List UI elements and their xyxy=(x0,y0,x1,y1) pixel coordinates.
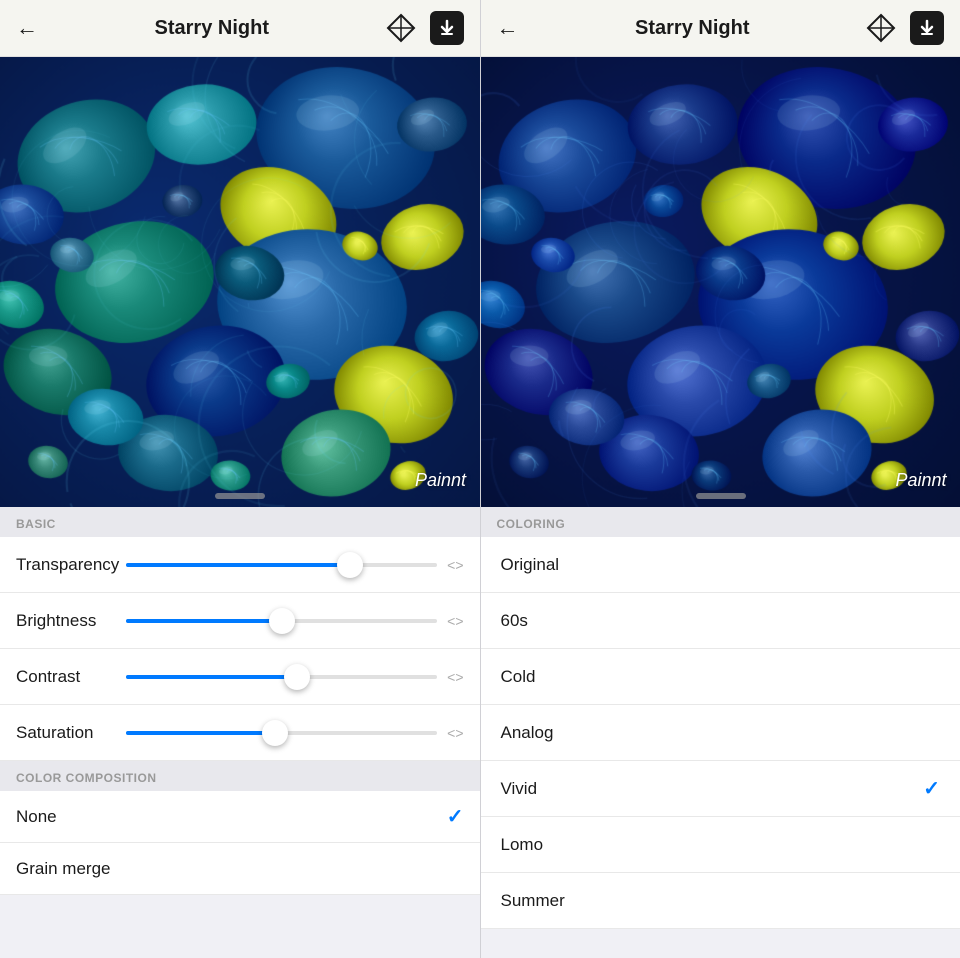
right-back-button[interactable]: ← xyxy=(497,15,519,41)
coloring-lomo-row[interactable]: Lomo xyxy=(481,817,960,873)
brightness-fill xyxy=(126,619,282,623)
section-color-composition: COLOR COMPOSITION xyxy=(0,761,480,791)
brightness-track xyxy=(126,619,437,623)
transparency-fill xyxy=(126,563,350,567)
coloring-60s-label: 60s xyxy=(501,611,528,631)
right-download-button[interactable] xyxy=(910,11,944,45)
download-icon xyxy=(438,19,456,37)
left-image-area: Painnt xyxy=(0,57,480,507)
transparency-thumb[interactable] xyxy=(337,552,363,578)
coloring-60s-row[interactable]: 60s xyxy=(481,593,960,649)
contrast-arrows: <> xyxy=(447,669,463,685)
transparency-track xyxy=(126,563,437,567)
coloring-original-row[interactable]: Original xyxy=(481,537,960,593)
contrast-fill xyxy=(126,675,297,679)
contrast-label: Contrast xyxy=(16,667,126,687)
saturation-row: Saturation <> xyxy=(0,705,480,761)
brightness-row: Brightness <> xyxy=(0,593,480,649)
saturation-track xyxy=(126,731,437,735)
saturation-fill xyxy=(126,731,275,735)
coloring-analog-row[interactable]: Analog xyxy=(481,705,960,761)
coloring-vivid-row[interactable]: Vivid ✓ xyxy=(481,761,960,817)
right-panel: ← Starry Night Painnt COLORING Orig xyxy=(481,0,960,958)
composition-none-label: None xyxy=(16,807,57,827)
coloring-cold-row[interactable]: Cold xyxy=(481,649,960,705)
coloring-lomo-label: Lomo xyxy=(501,835,544,855)
right-image-area: Painnt xyxy=(481,57,960,507)
composition-none-checkmark: ✓ xyxy=(447,804,464,829)
coloring-summer-label: Summer xyxy=(501,891,565,911)
saturation-arrows: <> xyxy=(447,725,463,741)
section-basic: BASIC xyxy=(0,507,480,537)
left-back-button[interactable]: ← xyxy=(16,15,38,41)
saturation-thumb[interactable] xyxy=(262,720,288,746)
transparency-row: Transparency <> xyxy=(0,537,480,593)
contrast-track xyxy=(126,675,437,679)
contrast-thumb[interactable] xyxy=(284,664,310,690)
left-bottom-panel: BASIC Transparency <> Brightness <> xyxy=(0,507,480,958)
coloring-analog-label: Analog xyxy=(501,723,554,743)
saturation-slider[interactable] xyxy=(126,731,437,735)
coloring-summer-row[interactable]: Summer xyxy=(481,873,960,929)
left-panel: ← Starry Night Painnt BASIC Transpa xyxy=(0,0,480,958)
coloring-vivid-label: Vivid xyxy=(501,779,538,799)
contrast-row: Contrast <> xyxy=(0,649,480,705)
brightness-slider[interactable] xyxy=(126,619,437,623)
composition-grain-row[interactable]: Grain merge xyxy=(0,843,480,895)
composition-grain-label: Grain merge xyxy=(16,859,110,879)
right-title: Starry Night xyxy=(635,17,749,40)
left-header: ← Starry Night xyxy=(0,0,480,57)
brightness-thumb[interactable] xyxy=(269,608,295,634)
right-watermark: Painnt xyxy=(895,470,946,491)
coloring-cold-label: Cold xyxy=(501,667,536,687)
contrast-slider[interactable] xyxy=(126,675,437,679)
diamond-icon[interactable] xyxy=(386,13,416,43)
right-header: ← Starry Night xyxy=(481,0,960,57)
right-drag-handle[interactable] xyxy=(696,493,746,499)
transparency-slider[interactable] xyxy=(126,563,437,567)
transparency-arrows: <> xyxy=(447,557,463,573)
left-drag-handle[interactable] xyxy=(215,493,265,499)
composition-none-row[interactable]: None ✓ xyxy=(0,791,480,843)
transparency-label: Transparency xyxy=(16,555,126,575)
left-watermark: Painnt xyxy=(415,470,466,491)
right-canvas xyxy=(481,57,960,507)
left-title: Starry Night xyxy=(155,17,269,40)
right-bottom-panel: COLORING Original 60s Cold Analog Vivid … xyxy=(481,507,960,958)
coloring-vivid-checkmark: ✓ xyxy=(923,776,940,801)
coloring-original-label: Original xyxy=(501,555,560,575)
right-header-icons xyxy=(866,11,944,45)
left-header-icons xyxy=(386,11,464,45)
left-canvas xyxy=(0,57,480,507)
section-coloring: COLORING xyxy=(481,507,960,537)
right-download-icon xyxy=(918,19,936,37)
brightness-label: Brightness xyxy=(16,611,126,631)
right-diamond-icon[interactable] xyxy=(866,13,896,43)
saturation-label: Saturation xyxy=(16,723,126,743)
brightness-arrows: <> xyxy=(447,613,463,629)
left-download-button[interactable] xyxy=(430,11,464,45)
